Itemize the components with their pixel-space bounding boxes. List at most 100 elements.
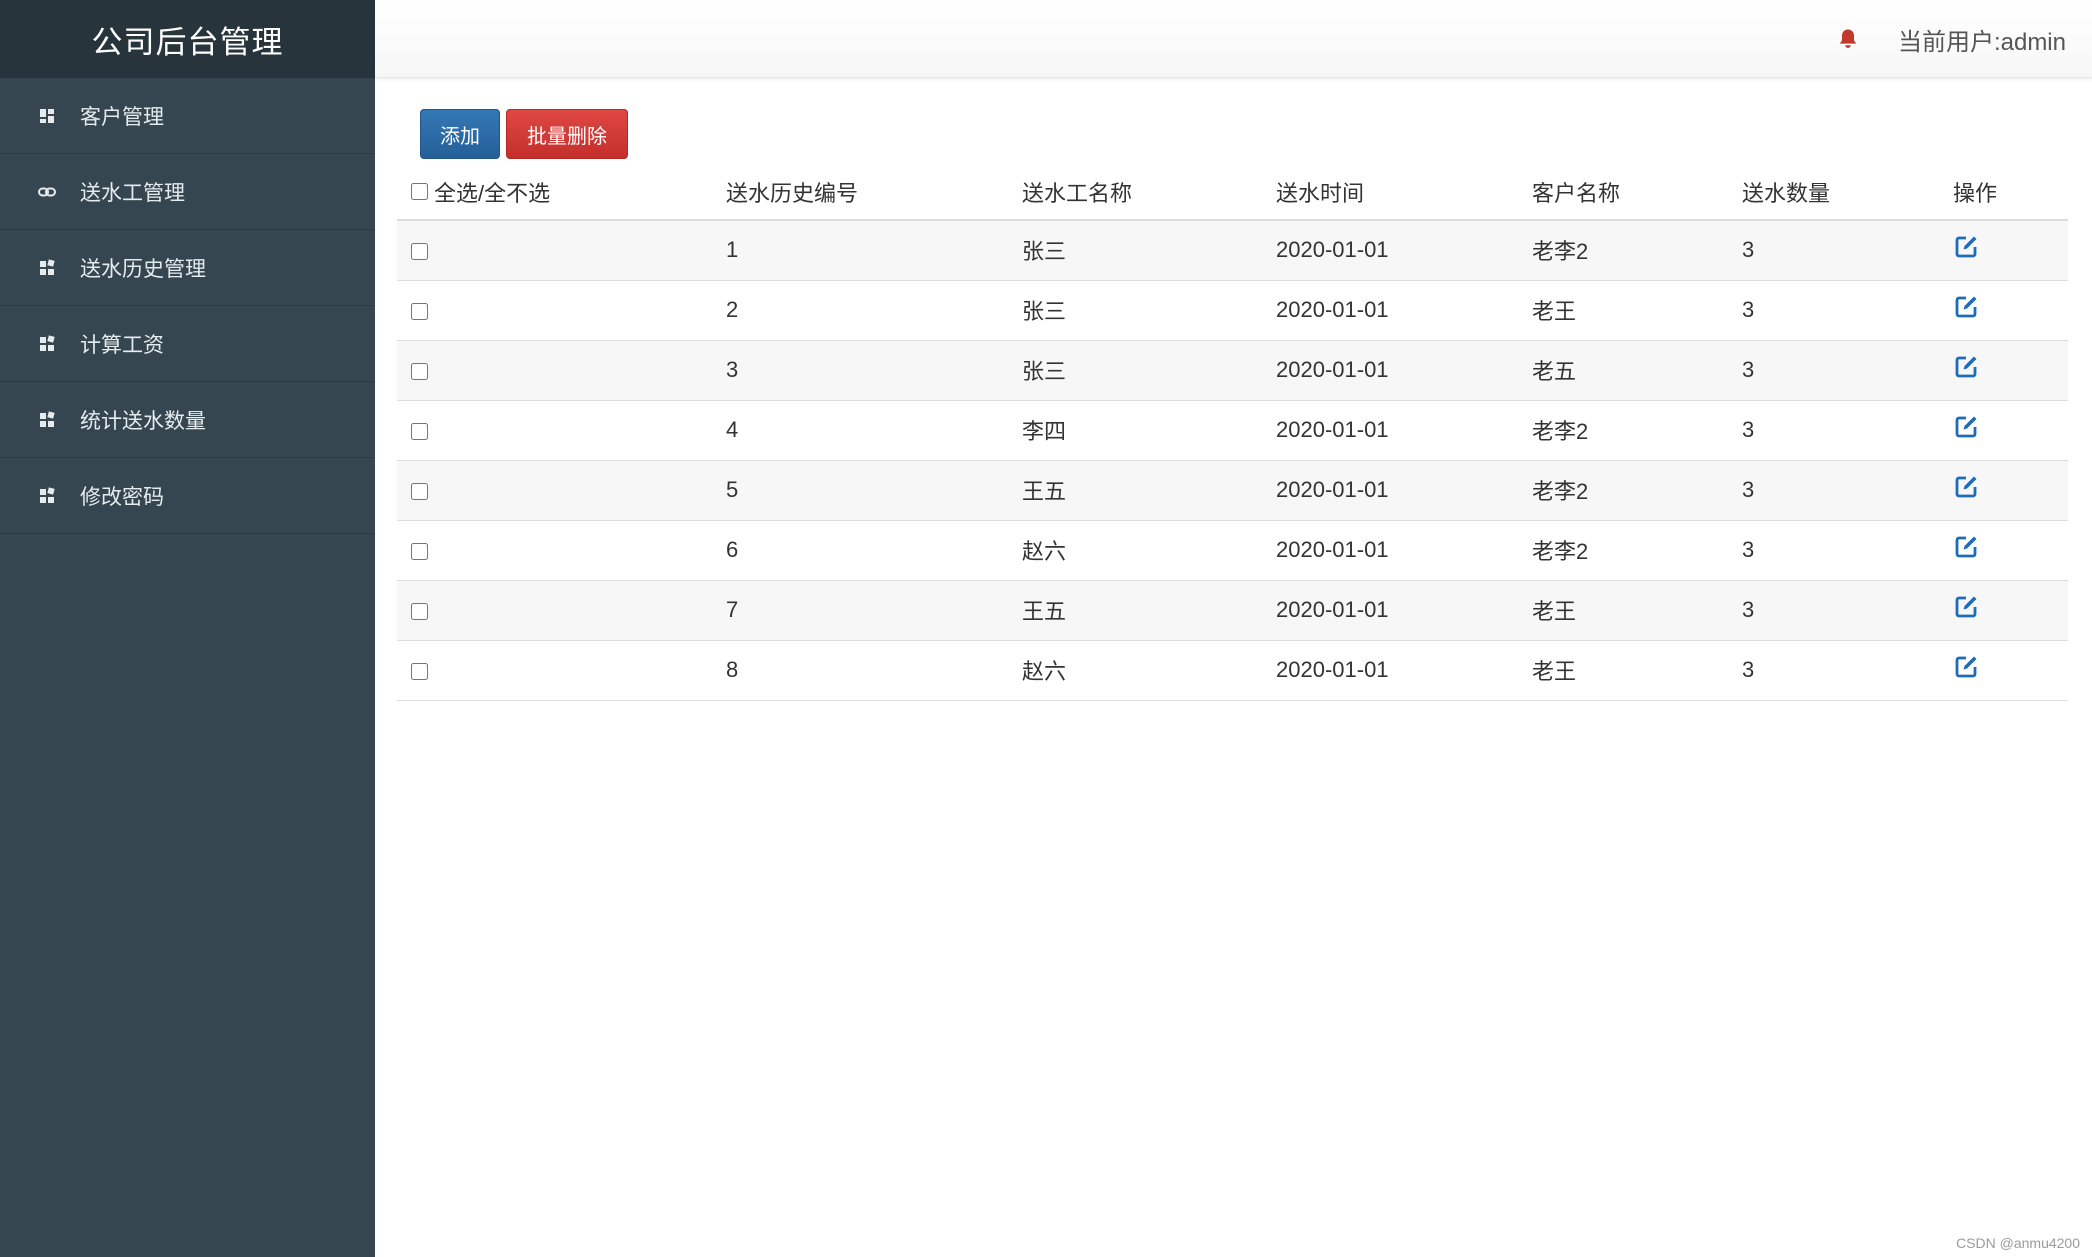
cell-customer: 老五 [1532,340,1742,401]
puzzle-icon [30,259,64,276]
edit-icon[interactable] [1953,234,1979,260]
cell-actions [1953,220,2068,281]
column-header-worker: 送水工名称 [1022,164,1276,221]
add-button[interactable]: 添加 [420,109,500,159]
cell-id: 5 [726,460,1022,521]
cell-worker: 赵六 [1022,640,1276,701]
batch-delete-button[interactable]: 批量删除 [506,109,628,159]
cell-quantity: 3 [1742,520,1953,581]
column-header-quantity: 送水数量 [1742,164,1953,221]
table-row: 7 王五 2020-01-01 老王 3 [397,580,2068,641]
row-select-cell [397,280,726,341]
history-table: 全选/全不选 送水历史编号 送水工名称 送水时间 客户名称 送水数量 操作 1张… [397,164,2068,701]
column-header-time: 送水时间 [1276,164,1532,221]
row-checkbox[interactable] [411,362,428,380]
cell-time: 2020-01-01 [1276,340,1532,401]
cell-actions [1953,460,2068,521]
cell-quantity: 3 [1742,640,1953,701]
row-checkbox[interactable] [411,482,428,500]
edit-icon[interactable] [1953,354,1979,380]
sidebar-item-label: 客户管理 [80,105,164,129]
column-header-actions: 操作 [1953,164,2068,221]
cell-id: 6 [726,520,1022,581]
edit-icon[interactable] [1953,594,1979,620]
sidebar-item-password[interactable]: 修改密码 [0,458,375,534]
cell-worker: 张三 [1022,280,1276,341]
row-select-cell [397,580,726,641]
top-header: 当前用户:admin [375,0,2092,78]
sidebar-item-customers[interactable]: 客户管理 [0,78,375,154]
edit-icon[interactable] [1953,654,1979,680]
cell-time: 2020-01-01 [1276,580,1532,641]
cell-actions [1953,640,2068,701]
watermark: CSDN @anmu4200 [1956,1235,2080,1251]
cell-customer: 老李2 [1532,520,1742,581]
cell-customer: 老李2 [1532,220,1742,281]
select-all-header: 全选/全不选 [397,164,726,221]
table-row: 3 张三 2020-01-01 老五 3 [397,340,2068,401]
cell-time: 2020-01-01 [1276,220,1532,281]
cell-id: 7 [726,580,1022,641]
cell-actions [1953,280,2068,341]
edit-icon[interactable] [1953,474,1979,500]
table-row: 6 赵六 2020-01-01 老李2 3 [397,520,2068,581]
select-all-label: 全选/全不选 [434,180,551,206]
cell-customer: 老王 [1532,280,1742,341]
row-select-cell [397,340,726,401]
cell-customer: 老王 [1532,580,1742,641]
cell-id: 3 [726,340,1022,401]
cell-worker: 赵六 [1022,520,1276,581]
cell-actions [1953,580,2068,641]
sidebar: 公司后台管理 客户管理送水工管理送水历史管理计算工资统计送水数量修改密码 [0,0,375,1257]
link-icon [30,186,64,198]
edit-icon[interactable] [1953,534,1979,560]
puzzle-icon [30,411,64,428]
sidebar-item-delivery-history[interactable]: 送水历史管理 [0,230,375,306]
cell-actions [1953,340,2068,401]
cell-id: 2 [726,280,1022,341]
toolbar: 添加 批量删除 [420,109,628,159]
sidebar-nav: 客户管理送水工管理送水历史管理计算工资统计送水数量修改密码 [0,78,375,534]
row-select-cell [397,400,726,461]
cell-worker: 李四 [1022,400,1276,461]
cell-quantity: 3 [1742,400,1953,461]
sidebar-item-label: 统计送水数量 [80,409,206,433]
row-checkbox[interactable] [411,302,428,320]
cell-worker: 张三 [1022,340,1276,401]
app-title: 公司后台管理 [0,0,375,78]
cell-time: 2020-01-01 [1276,640,1532,701]
row-checkbox[interactable] [411,422,428,440]
cell-quantity: 3 [1742,220,1953,281]
row-select-cell [397,220,726,281]
edit-icon[interactable] [1953,294,1979,320]
row-checkbox[interactable] [411,602,428,620]
cell-actions [1953,520,2068,581]
current-user-label: 当前用户:admin [1897,29,2066,56]
sidebar-item-salary[interactable]: 计算工资 [0,306,375,382]
row-select-cell [397,520,726,581]
cell-worker: 张三 [1022,220,1276,281]
sidebar-item-delivery-stats[interactable]: 统计送水数量 [0,382,375,458]
cell-quantity: 3 [1742,280,1953,341]
row-checkbox[interactable] [411,242,428,260]
row-select-cell [397,460,726,521]
table-row: 4 李四 2020-01-01 老李2 3 [397,400,2068,461]
cell-worker: 王五 [1022,580,1276,641]
cell-time: 2020-01-01 [1276,400,1532,461]
table-row: 1 张三 2020-01-01 老李2 3 [397,220,2068,281]
puzzle-icon [30,335,64,352]
row-checkbox[interactable] [411,662,428,680]
select-all-checkbox[interactable] [411,183,428,200]
cell-id: 8 [726,640,1022,701]
row-checkbox[interactable] [411,542,428,560]
cell-worker: 王五 [1022,460,1276,521]
sidebar-item-workers[interactable]: 送水工管理 [0,154,375,230]
cell-quantity: 3 [1742,340,1953,401]
cell-id: 1 [726,220,1022,281]
bell-icon[interactable] [1833,24,1863,54]
table-row: 2 张三 2020-01-01 老王 3 [397,280,2068,341]
cell-customer: 老王 [1532,640,1742,701]
edit-icon[interactable] [1953,414,1979,440]
cell-customer: 老李2 [1532,460,1742,521]
sidebar-item-label: 送水历史管理 [80,257,206,281]
